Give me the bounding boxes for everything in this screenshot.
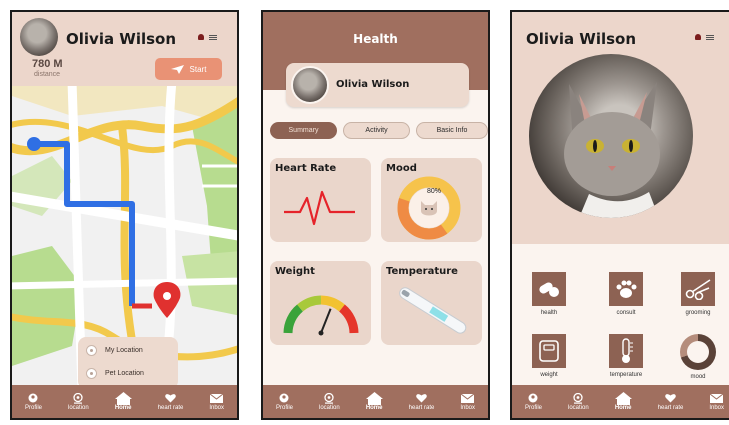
grid-grooming[interactable]: grooming [668, 272, 728, 316]
tab-bar: Summary Activity Basic Info [270, 122, 488, 139]
nav-location[interactable]: location [568, 392, 589, 412]
tab-activity[interactable]: Activity [343, 122, 410, 139]
pet-photo[interactable] [529, 54, 693, 218]
mail-icon [461, 393, 475, 403]
location-card: My Location Pet Location [78, 337, 178, 389]
nav-location[interactable]: location [319, 392, 340, 412]
my-location-label: My Location [105, 347, 143, 354]
mood-ring [397, 176, 461, 240]
temperature-title: Temperature [386, 266, 458, 277]
health-screen: Health Olivia Wilson Summary Activity Ba… [261, 10, 490, 420]
location-icon [573, 392, 583, 404]
home-screen: Olivia Wilson health consult grooming we… [510, 10, 729, 420]
home-icon [365, 391, 383, 405]
location-pin-icon [86, 368, 97, 379]
profile-icon [28, 393, 38, 403]
tab-summary[interactable]: Summary [270, 122, 337, 139]
user-name: Olivia Wilson [336, 79, 410, 90]
nav-profile[interactable]: Profile [25, 392, 42, 412]
distance-label: distance [34, 71, 61, 78]
cat-illustration [564, 82, 660, 218]
paw-icon [609, 272, 643, 306]
user-name: Olivia Wilson [526, 30, 637, 48]
grid-consult[interactable]: consult [596, 272, 656, 316]
nav-heart-rate[interactable]: heart rate [409, 392, 434, 412]
heartbeat-icon [284, 190, 355, 226]
avatar [291, 66, 329, 104]
nav-heart-rate[interactable]: heart rate [158, 392, 183, 412]
mood-ring-icon [680, 334, 716, 370]
feature-grid: health consult grooming weight temperatu… [512, 244, 729, 389]
home-icon [114, 391, 132, 405]
profile-icon [528, 393, 538, 403]
grid-weight[interactable]: weight [519, 334, 579, 378]
tab-basic-info[interactable]: Basic Info [416, 122, 488, 139]
pet-location-row[interactable]: Pet Location [86, 368, 144, 379]
pills-icon [532, 272, 566, 306]
paper-plane-icon [170, 64, 184, 74]
home-header: Olivia Wilson [512, 12, 729, 244]
distance-value: 780 M [32, 58, 63, 70]
location-icon [324, 392, 334, 404]
mood-percent: 80% [427, 188, 442, 195]
thermometer-icon [609, 334, 643, 368]
weight-gauge [283, 295, 359, 336]
menu-icon[interactable] [209, 34, 217, 40]
grid-mood[interactable]: mood [668, 334, 728, 380]
tracker-header: Olivia Wilson 780 M distance Start [12, 12, 237, 86]
temperature-card[interactable]: Temperature [381, 261, 482, 345]
grid-temperature[interactable]: temperature [596, 334, 656, 378]
thermometer-icon [399, 287, 467, 334]
avatar[interactable] [20, 18, 58, 56]
mail-icon [710, 393, 724, 403]
nav-inbox[interactable]: Inbox [460, 392, 475, 412]
nav-inbox[interactable]: Inbox [209, 392, 224, 412]
tracker-screen: Olivia Wilson 780 M distance Start My Lo… [10, 10, 239, 420]
mood-card[interactable]: Mood 80% [381, 158, 482, 242]
nav-profile[interactable]: Profile [276, 392, 293, 412]
page-title: Health [353, 32, 398, 46]
weight-card[interactable]: Weight [270, 261, 371, 345]
home-icon [614, 391, 632, 405]
nav-location[interactable]: location [68, 392, 89, 412]
nav-profile[interactable]: Profile [525, 392, 542, 412]
nav-home[interactable]: Home [365, 391, 383, 412]
nav-inbox[interactable]: Inbox [709, 392, 724, 412]
heart-rate-title: Heart Rate [275, 163, 337, 174]
bottom-nav: Profile location Home heart rate Inbox [512, 385, 729, 418]
start-label: Start [189, 64, 207, 74]
bottom-nav: Profile location Home heart rate Inbox [263, 385, 488, 418]
profile-card[interactable]: Olivia Wilson [286, 63, 469, 107]
heart-icon [665, 394, 676, 403]
scale-icon [532, 334, 566, 368]
bell-icon[interactable] [198, 34, 204, 40]
nav-home[interactable]: Home [114, 391, 132, 412]
heart-rate-card[interactable]: Heart Rate [270, 158, 371, 242]
scissors-icon [681, 272, 715, 306]
heart-icon [165, 394, 176, 403]
bottom-nav: Profile location Home heart rate Inbox [12, 385, 237, 418]
grid-health[interactable]: health [519, 272, 579, 316]
mail-icon [210, 393, 224, 403]
location-pin-icon [86, 345, 97, 356]
start-button[interactable]: Start [155, 58, 222, 80]
my-location-row[interactable]: My Location [86, 345, 143, 356]
nav-home[interactable]: Home [614, 391, 632, 412]
bell-icon[interactable] [695, 34, 701, 40]
pet-location-label: Pet Location [105, 370, 144, 377]
mood-title: Mood [386, 163, 417, 174]
user-name: Olivia Wilson [66, 30, 177, 48]
heart-icon [416, 394, 427, 403]
location-icon [73, 392, 83, 404]
profile-icon [279, 393, 289, 403]
weight-title: Weight [275, 266, 315, 277]
menu-icon[interactable] [706, 34, 714, 40]
nav-heart-rate[interactable]: heart rate [658, 392, 683, 412]
